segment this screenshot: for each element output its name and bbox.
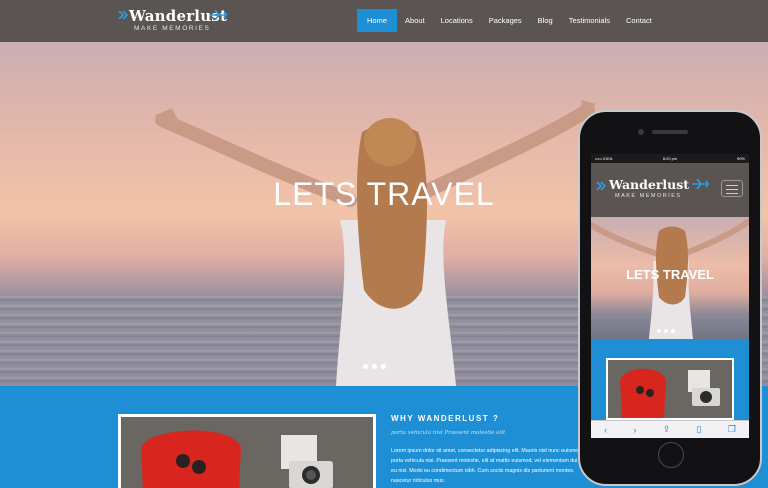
nav-packages[interactable]: Packages (481, 9, 530, 32)
travel-gear-photo (118, 414, 376, 488)
carousel-dot[interactable] (664, 329, 668, 333)
nav-locations[interactable]: Locations (433, 9, 481, 32)
phone-screen: ••••• IDEA 8:20 pm 90% Wanderlust MAKE M… (591, 154, 749, 438)
nav-testimonials[interactable]: Testimonials (561, 9, 618, 32)
navbar: Wanderlust MAKE MEMORIES Home About Loca… (0, 0, 768, 42)
carousel-dot[interactable] (381, 364, 386, 369)
mobile-header: Wanderlust MAKE MEMORIES (591, 163, 749, 217)
brand-tagline: MAKE MEMORIES (134, 25, 211, 32)
hero-traveler-image (154, 100, 596, 386)
travel-gear-image (121, 417, 373, 488)
section-subtitle: porta vehicula nisi Praesent molestie el… (391, 430, 506, 436)
status-bar: ••••• IDEA 8:20 pm 90% (591, 154, 749, 163)
nav-blog[interactable]: Blog (530, 9, 561, 32)
brand-logo[interactable]: Wanderlust MAKE MEMORIES (118, 6, 230, 36)
back-icon[interactable]: ‹ (604, 425, 607, 435)
tabs-icon[interactable]: ❐ (728, 424, 736, 435)
status-battery: 90% (736, 156, 745, 161)
nav-contact[interactable]: Contact (618, 9, 660, 32)
mobile-brand-name: Wanderlust (609, 177, 690, 192)
mobile-travel-gear-image (608, 360, 732, 418)
carousel-dot[interactable] (372, 364, 377, 369)
mobile-travel-gear-photo (606, 358, 734, 420)
carousel-dot[interactable] (657, 329, 661, 333)
carousel-dot[interactable] (363, 364, 368, 369)
status-time: 8:20 pm (662, 156, 678, 161)
home-button[interactable] (658, 442, 684, 468)
speaker-grille (652, 130, 688, 134)
airplane-icon (210, 10, 227, 20)
chevron-right-icon (596, 181, 606, 191)
nav-about[interactable]: About (397, 9, 433, 32)
share-icon[interactable]: ⇪ (663, 424, 671, 435)
mobile-brand-tagline: MAKE MEMORIES (615, 193, 682, 199)
main-nav: Home About Locations Packages Blog Testi… (357, 9, 660, 32)
phone-mockup: ••••• IDEA 8:20 pm 90% Wanderlust MAKE M… (578, 110, 762, 486)
mobile-carousel-indicators (657, 329, 675, 333)
mobile-hero-banner: LETS TRAVEL (591, 217, 749, 339)
hamburger-menu-icon[interactable] (721, 180, 743, 197)
carousel-dot[interactable] (671, 329, 675, 333)
nav-home[interactable]: Home (357, 9, 398, 32)
forward-icon[interactable]: › (633, 425, 636, 435)
section-body: Lorem ipsum dolor sit amet, consectetur … (391, 448, 589, 484)
carousel-indicators (363, 364, 386, 369)
airplane-icon (692, 179, 709, 189)
section-title: WHY WANDERLUST ? (391, 414, 500, 423)
browser-toolbar: ‹ › ⇪ ▯ ❐ (591, 420, 749, 438)
bookmarks-icon[interactable]: ▯ (697, 424, 702, 435)
chevron-right-icon (118, 10, 128, 20)
mobile-hero-title: LETS TRAVEL (626, 267, 714, 282)
camera-icon (638, 129, 644, 135)
